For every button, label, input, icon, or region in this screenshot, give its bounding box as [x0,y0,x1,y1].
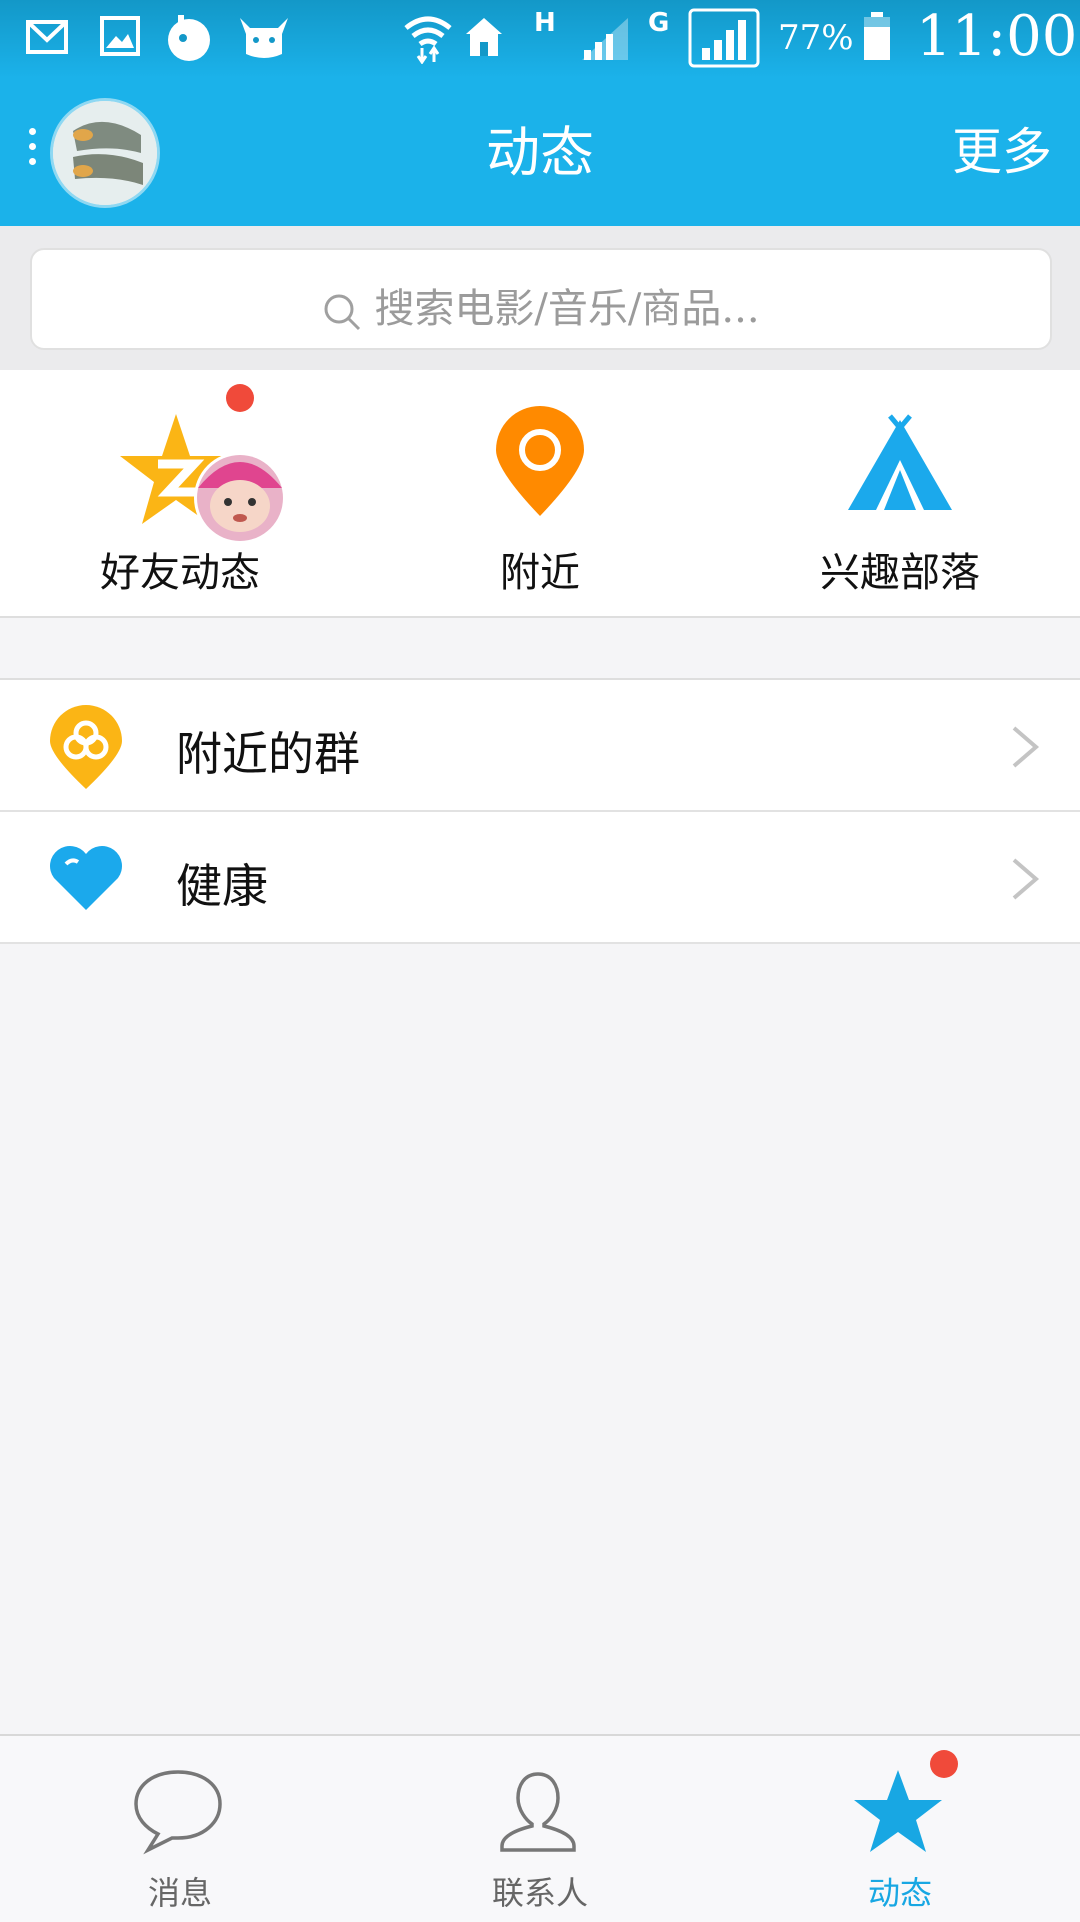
quick-entry-interest-tribe[interactable]: 兴趣部落 [720,370,1080,616]
chat-bubble-icon [134,1770,222,1855]
tab-label: 动态 [867,1874,932,1912]
status-bar: H G 77% 11:00 [0,0,1080,78]
quick-entry-label: 好友动态 [100,550,260,596]
search-placeholder-row: 搜索电影/音乐/商品... [32,276,1050,334]
tab-contacts[interactable]: 联系人 [360,1736,720,1922]
battery-percent: 77% [778,18,854,58]
home-icon [466,18,502,56]
friend-feed-badge [226,384,254,412]
feed-tab-badge [930,1750,958,1778]
quick-entries: 好友动态 附近 兴趣部落 [0,370,1080,618]
quick-entry-friend-feed[interactable]: 好友动态 [0,370,360,616]
app-icon [168,15,210,61]
tab-messages[interactable]: 消息 [0,1736,360,1922]
page-title: 动态 [486,121,594,184]
more-button[interactable]: 更多 [952,112,1052,184]
search-icon [324,294,361,331]
chevron-right-icon [1012,858,1040,900]
wifi-icon [404,16,452,64]
battery-icon [864,12,890,60]
mail-icon [26,20,68,54]
list-item-label: 健康 [176,859,268,913]
quick-entry-nearby[interactable]: 附近 [360,370,720,616]
signal-icon [688,8,760,68]
contact-icon [500,1772,576,1852]
quick-entry-label: 兴趣部落 [820,550,980,596]
network-h-label: H [534,8,556,38]
qzone-star-icon [120,414,286,544]
image-icon [100,16,140,56]
cow-icon [240,18,288,58]
list-item-label: 附近的群 [176,727,360,781]
list-item-health[interactable]: 健康 [0,812,1080,944]
tab-feed[interactable]: 动态 [720,1736,1080,1922]
feature-list: 附近的群 健康 [0,678,1080,944]
heart-icon [50,846,123,910]
group-pin-icon [50,705,122,789]
location-pin-icon [496,406,584,516]
star-icon [854,1770,942,1852]
tab-label: 消息 [147,1874,212,1912]
search-input[interactable]: 搜索电影/音乐/商品... [30,248,1052,350]
signal-icon [582,18,628,60]
tab-label: 联系人 [491,1874,588,1912]
search-area: 搜索电影/音乐/商品... [0,226,1080,370]
tent-icon [848,414,952,510]
bottom-tab-bar: 消息 联系人 动态 [0,1734,1080,1922]
chevron-right-icon [1012,726,1040,768]
quick-entry-label: 附近 [500,550,580,596]
clock: 11:00 [916,4,1078,69]
app-header: 动态 更多 [0,78,1080,226]
search-placeholder: 搜索电影/音乐/商品... [374,286,760,332]
network-g-label: G [648,8,670,38]
list-item-nearby-groups[interactable]: 附近的群 [0,680,1080,812]
